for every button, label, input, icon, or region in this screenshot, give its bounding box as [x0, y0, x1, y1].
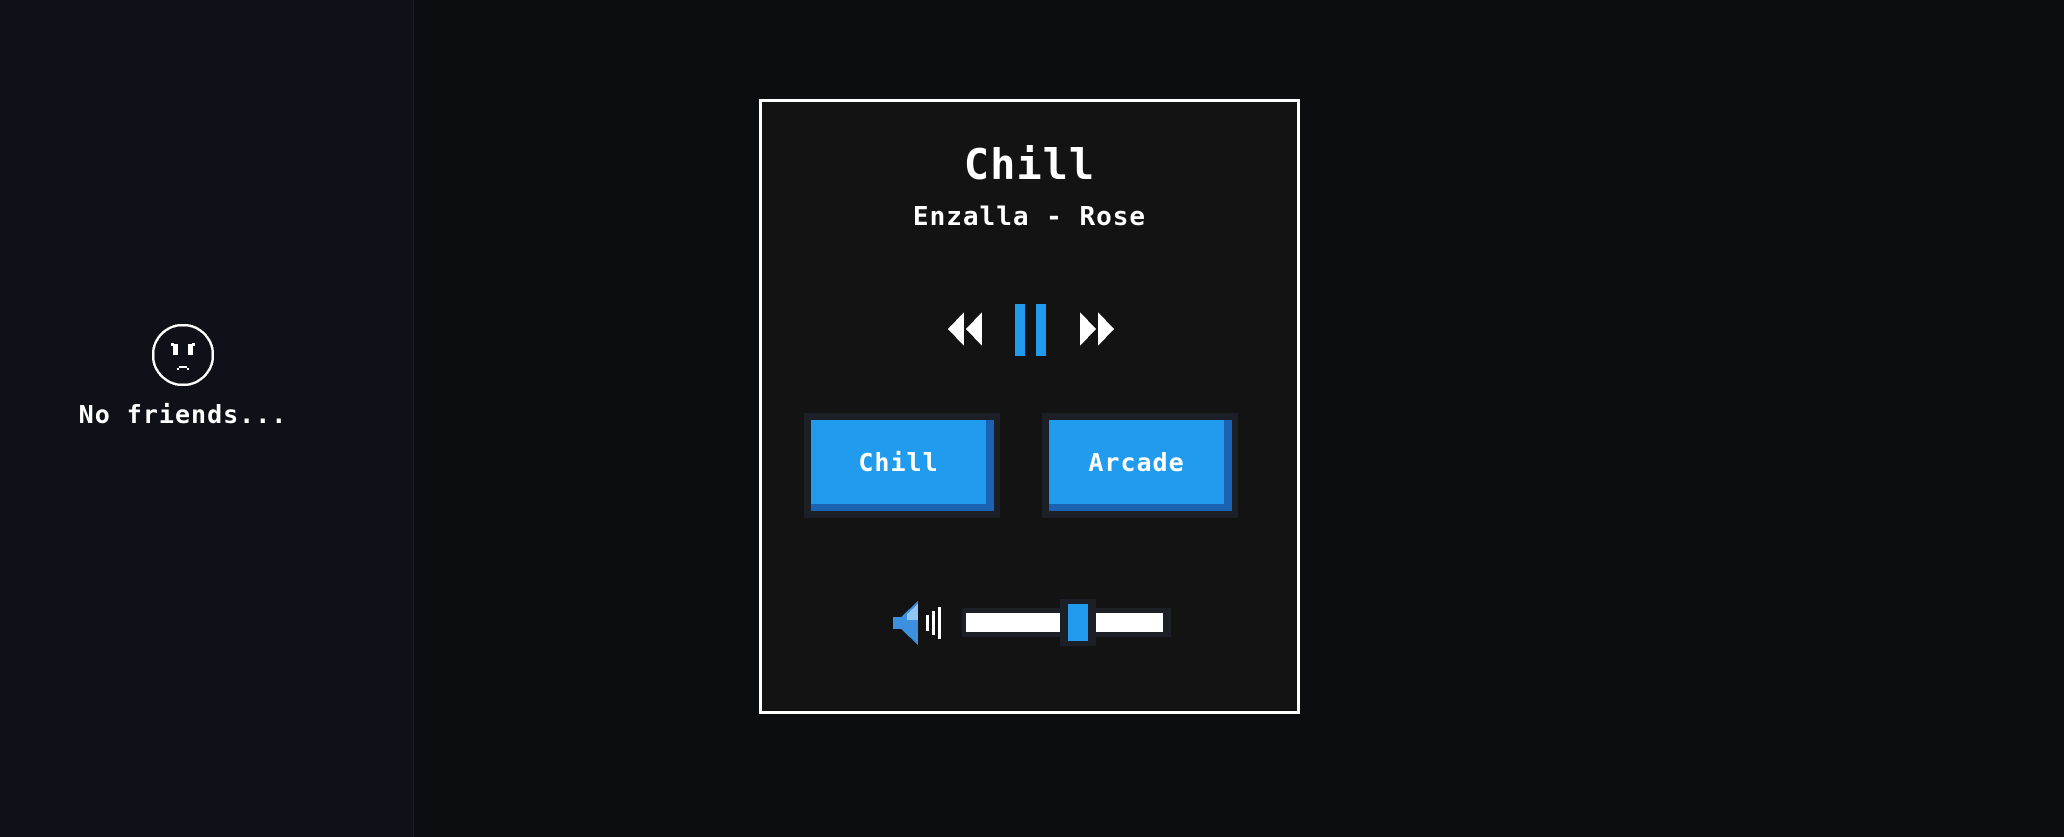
pause-icon[interactable] — [1015, 304, 1047, 356]
arcade-playlist-button[interactable]: Arcade — [1049, 420, 1232, 511]
rewind-icon[interactable] — [948, 310, 984, 348]
chill-playlist-label: Chill — [811, 420, 986, 504]
volume-slider-thumb-handle — [1068, 604, 1088, 641]
friends-sidebar: No friends... — [0, 0, 414, 837]
arcade-playlist-label: Arcade — [1049, 420, 1224, 504]
music-player-panel: Chill Enzalla - Rose Chill Arcade — [759, 99, 1300, 714]
no-friends-label: No friends... — [78, 400, 288, 429]
volume-slider-thumb[interactable] — [1060, 599, 1096, 646]
chill-playlist-button-frame: Chill — [804, 413, 1000, 518]
volume-slider[interactable] — [962, 599, 1171, 646]
speaker-icon[interactable] — [893, 598, 949, 648]
volume-slider-fill-right — [1095, 613, 1163, 632]
friends-empty-state: No friends... — [0, 322, 366, 429]
sad-face-icon — [151, 323, 215, 387]
fast-forward-icon[interactable] — [1078, 310, 1114, 348]
volume-slider-fill-left — [966, 613, 1061, 632]
playlist-title: Chill — [963, 140, 1096, 189]
track-artist-name: Enzalla - Rose — [912, 202, 1147, 232]
arcade-playlist-button-frame: Arcade — [1042, 413, 1238, 518]
chill-playlist-button[interactable]: Chill — [811, 420, 994, 511]
